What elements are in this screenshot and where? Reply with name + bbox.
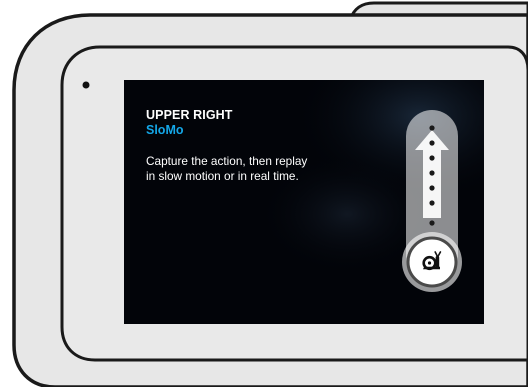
- mode-name: SloMo: [146, 123, 184, 137]
- mode-description: Capture the action, then replay in slow …: [146, 154, 308, 183]
- overlay-text: UPPER RIGHT SloMo Capture the action, th…: [146, 108, 326, 183]
- touch-screen[interactable]: UPPER RIGHT SloMo Capture the action, th…: [124, 80, 484, 324]
- status-light: [82, 81, 90, 89]
- position-heading: UPPER RIGHT: [146, 108, 233, 122]
- slomo-button: [402, 232, 462, 292]
- swipe-up-gesture[interactable]: [394, 110, 470, 300]
